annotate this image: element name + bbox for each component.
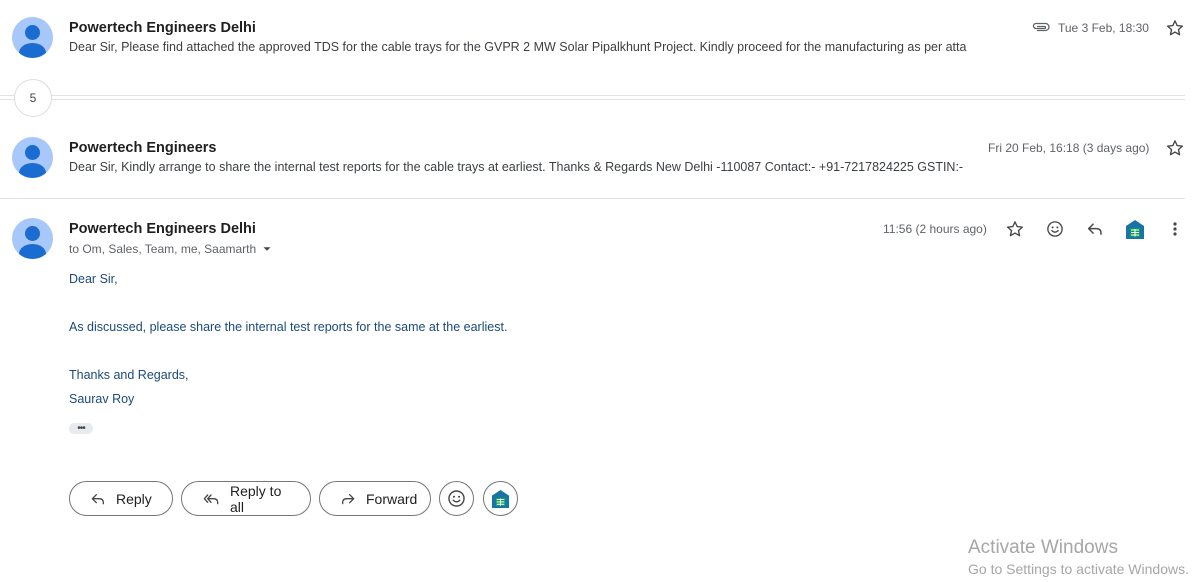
body-paragraph: As discussed, please share the internal … <box>69 320 508 334</box>
reply-all-button-label: Reply to all <box>230 482 282 515</box>
body-greeting: Dear Sir, <box>69 272 118 286</box>
body-signature: Saurav Roy <box>69 392 135 406</box>
attachment-icon <box>1032 19 1050 35</box>
reply-all-icon <box>202 491 220 507</box>
recipients[interactable]: to Om, Sales, Team, me, Saamarth <box>69 242 272 256</box>
forward-icon <box>340 491 356 507</box>
collapsed-divider-top <box>0 95 1185 96</box>
message-2-snippet[interactable]: Dear Sir, Kindly arrange to share the in… <box>69 160 1009 174</box>
sheets-button[interactable] <box>483 481 518 516</box>
reply-button-label: Reply <box>116 490 152 507</box>
forward-button-label: Forward <box>366 490 418 507</box>
collapsed-messages-count[interactable]: 5 <box>14 79 52 117</box>
collapsed-divider-bottom <box>0 99 1185 100</box>
reply-icon <box>90 491 106 507</box>
more-icon[interactable] <box>1165 219 1185 239</box>
message-1-date: Tue 3 Feb, 18:30 <box>1058 21 1149 35</box>
message-1-sender[interactable]: Powertech Engineers Delhi <box>69 20 256 36</box>
recipients-text: to Om, Sales, Team, me, Saamarth <box>69 242 257 256</box>
sheets-icon <box>491 489 510 509</box>
emoji-reaction-button[interactable] <box>439 481 474 516</box>
chevron-down-icon[interactable] <box>262 244 272 254</box>
message-1-snippet[interactable]: Dear Sir, Please find attached the appro… <box>69 40 1009 54</box>
star-icon[interactable] <box>1165 18 1185 38</box>
message-divider <box>0 198 1185 199</box>
avatar[interactable] <box>12 17 53 58</box>
emoji-icon[interactable] <box>1045 219 1065 239</box>
star-icon[interactable] <box>1005 219 1025 239</box>
reply-button[interactable]: Reply <box>69 481 173 516</box>
activate-windows-subtitle: Go to Settings to activate Windows. <box>968 561 1189 577</box>
message-2-date: Fri 20 Feb, 16:18 (3 days ago) <box>988 141 1150 155</box>
open-message-date: 11:56 (2 hours ago) <box>883 222 987 236</box>
avatar[interactable] <box>12 137 53 178</box>
emoji-icon <box>447 489 466 508</box>
reply-all-button[interactable]: Reply to all <box>181 481 311 516</box>
avatar[interactable] <box>12 218 53 259</box>
activate-windows-title: Activate Windows <box>968 537 1118 558</box>
open-message-sender[interactable]: Powertech Engineers Delhi <box>69 221 256 237</box>
show-trimmed-content-button[interactable]: ••• <box>69 423 93 434</box>
sheets-icon[interactable] <box>1125 218 1145 240</box>
reply-icon[interactable] <box>1085 219 1105 239</box>
body-closing: Thanks and Regards, <box>69 368 189 382</box>
message-2-sender[interactable]: Powertech Engineers <box>69 140 216 156</box>
star-icon[interactable] <box>1165 138 1185 158</box>
forward-button[interactable]: Forward <box>319 481 431 516</box>
